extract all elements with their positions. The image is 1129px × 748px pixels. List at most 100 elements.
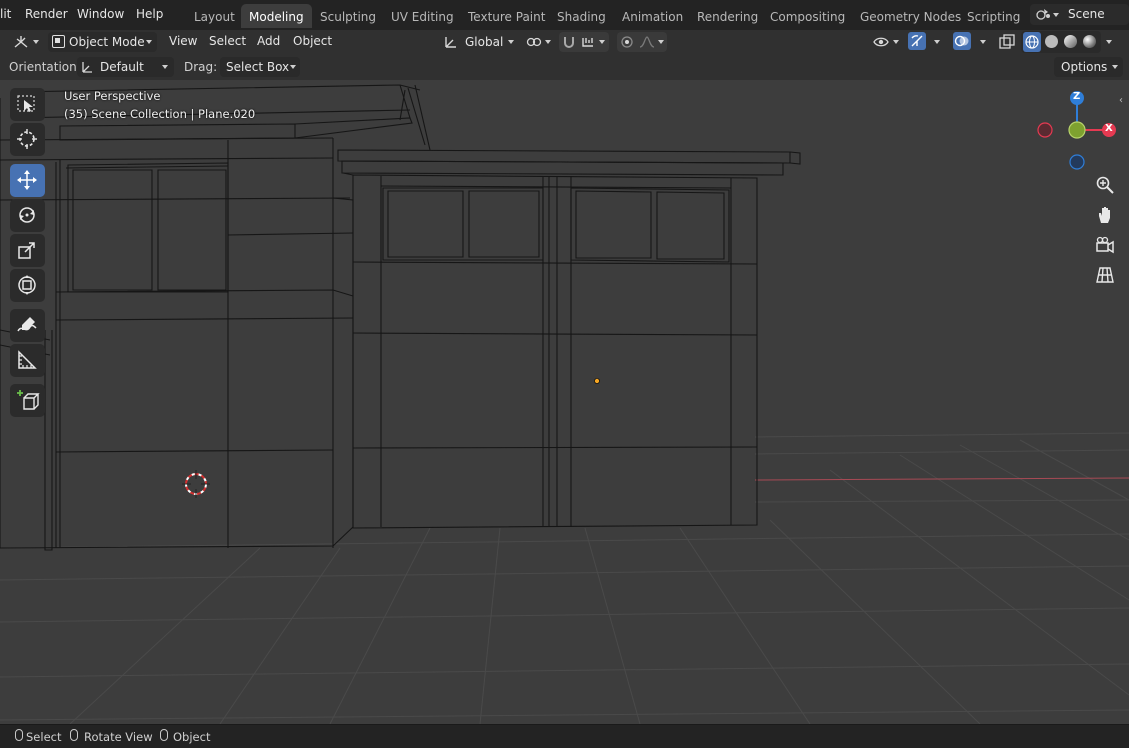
x-axis-line <box>754 477 1129 481</box>
chevron-down-icon <box>545 40 551 44</box>
tab-modeling[interactable]: Modeling <box>241 4 312 28</box>
visibility-selector[interactable] <box>871 32 903 52</box>
xray-toggle[interactable] <box>998 32 1016 52</box>
drag-value: Select Box <box>226 60 290 74</box>
shading-options-chevron-icon[interactable] <box>1106 40 1112 44</box>
tab-layout[interactable]: Layout <box>186 4 243 28</box>
shading-mode-group <box>1021 31 1101 53</box>
menu-select[interactable]: Select <box>209 34 246 48</box>
status-bar: Select Rotate View Object <box>0 724 1129 748</box>
tool-add-cube[interactable] <box>10 384 45 417</box>
chevron-down-icon <box>1053 13 1059 17</box>
chevron-down-icon <box>893 40 899 44</box>
status-object: Object <box>173 730 211 744</box>
mode-selector[interactable]: Object Mode <box>48 32 157 52</box>
eye-icon <box>873 35 889 55</box>
proportional-editing-toggle[interactable] <box>617 32 667 52</box>
menu-view[interactable]: View <box>169 34 197 48</box>
pivot-icon <box>526 35 542 55</box>
mouse-left-icon <box>15 729 23 741</box>
gizmo-icon <box>908 32 926 50</box>
menu-object[interactable]: Object <box>293 34 332 48</box>
editor-type-button[interactable] <box>8 32 42 52</box>
perspective-toggle-button[interactable] <box>1091 261 1119 289</box>
orientation-icon <box>444 35 458 55</box>
tab-uv-editing[interactable]: UV Editing <box>383 4 462 28</box>
transform-orientation-selector[interactable]: Global <box>441 32 518 52</box>
tab-shading[interactable]: Shading <box>549 4 614 28</box>
menu-file[interactable]: lit <box>0 7 11 21</box>
scene-selector[interactable]: Scene <box>1030 4 1129 25</box>
chevron-down-icon <box>162 65 168 69</box>
3d-viewport[interactable]: User Perspective (35) Scene Collection |… <box>0 80 1129 724</box>
orientation-value: Default <box>100 60 144 74</box>
scene-canvas <box>0 84 1129 724</box>
left-building-wireframe <box>0 84 431 551</box>
pan-button[interactable] <box>1091 201 1119 229</box>
tool-measure[interactable] <box>10 344 45 377</box>
snap-toggle[interactable] <box>559 32 609 52</box>
collection-info: (35) Scene Collection | Plane.020 <box>64 107 256 121</box>
material-shading-icon[interactable] <box>1064 35 1077 48</box>
camera-view-button[interactable] <box>1091 231 1119 259</box>
chevron-down-icon <box>290 65 296 69</box>
tool-cursor[interactable] <box>10 123 45 156</box>
sidebar-toggle-icon[interactable]: ‹ <box>1119 95 1123 106</box>
gizmo-neg-x <box>1037 122 1053 138</box>
orientation-dropdown[interactable]: Default <box>77 57 174 77</box>
mouse-right-icon <box>160 729 168 741</box>
snap-grid-icon <box>581 35 595 55</box>
right-building-wireframe <box>337 149 801 529</box>
object-mode-icon <box>52 35 65 48</box>
scene-name: Scene <box>1068 7 1105 21</box>
tab-sculpting[interactable]: Sculpting <box>312 4 384 28</box>
chevron-down-icon <box>508 40 514 44</box>
tool-move[interactable] <box>10 164 45 197</box>
gizmo-z-label: Z <box>1073 91 1081 102</box>
status-rotate: Rotate View <box>84 730 153 744</box>
tab-animation[interactable]: Animation <box>614 4 691 28</box>
navigation-gizmo[interactable]: Z X <box>1033 90 1123 170</box>
object-origin-dot <box>594 378 600 384</box>
orientation-axes-icon <box>80 60 94 80</box>
mode-label: Object Mode <box>69 35 145 49</box>
zoom-button[interactable] <box>1091 171 1119 199</box>
menu-add[interactable]: Add <box>257 34 280 48</box>
tab-compositing[interactable]: Compositing <box>762 4 853 28</box>
tool-select-box[interactable] <box>10 88 45 121</box>
gizmo-toggle[interactable] <box>907 32 945 52</box>
menu-help[interactable]: Help <box>136 7 163 21</box>
options-dropdown[interactable]: Options <box>1054 57 1123 77</box>
chevron-down-icon <box>33 40 39 44</box>
mouse-middle-icon <box>70 729 78 741</box>
drag-dropdown[interactable]: Select Box <box>220 57 300 77</box>
tool-annotate[interactable] <box>10 309 45 342</box>
menu-render[interactable]: Render <box>25 7 68 21</box>
pivot-point-selector[interactable] <box>524 32 554 52</box>
overlays-icon <box>953 32 971 50</box>
overlays-toggle[interactable] <box>952 32 992 52</box>
tool-scale[interactable] <box>10 234 45 267</box>
rendered-shading-icon[interactable] <box>1083 35 1096 48</box>
gizmo-neg-z <box>1069 154 1085 170</box>
wireframe-shading-icon[interactable] <box>1023 32 1041 52</box>
menu-window[interactable]: Window <box>77 7 124 21</box>
chevron-down-icon <box>146 40 152 44</box>
3d-cursor <box>182 470 210 498</box>
chevron-down-icon <box>599 40 605 44</box>
orientation-label: Global <box>465 35 504 49</box>
tab-rendering[interactable]: Rendering <box>689 4 766 28</box>
tab-scripting[interactable]: Scripting <box>959 4 1028 28</box>
status-select: Select <box>26 730 62 744</box>
chevron-down-icon <box>1112 65 1118 69</box>
ground-grid <box>0 432 1129 724</box>
solid-shading-icon[interactable] <box>1045 35 1058 48</box>
tab-texture-paint[interactable]: Texture Paint <box>460 4 553 28</box>
tool-transform[interactable] <box>10 269 45 302</box>
drag-label: Drag: <box>184 60 218 74</box>
chevron-down-icon <box>658 40 664 44</box>
editor-type-icon <box>13 35 29 55</box>
tool-rotate[interactable] <box>10 199 45 232</box>
magnet-icon <box>562 35 576 55</box>
tab-geometry-nodes[interactable]: Geometry Nodes <box>852 4 969 28</box>
